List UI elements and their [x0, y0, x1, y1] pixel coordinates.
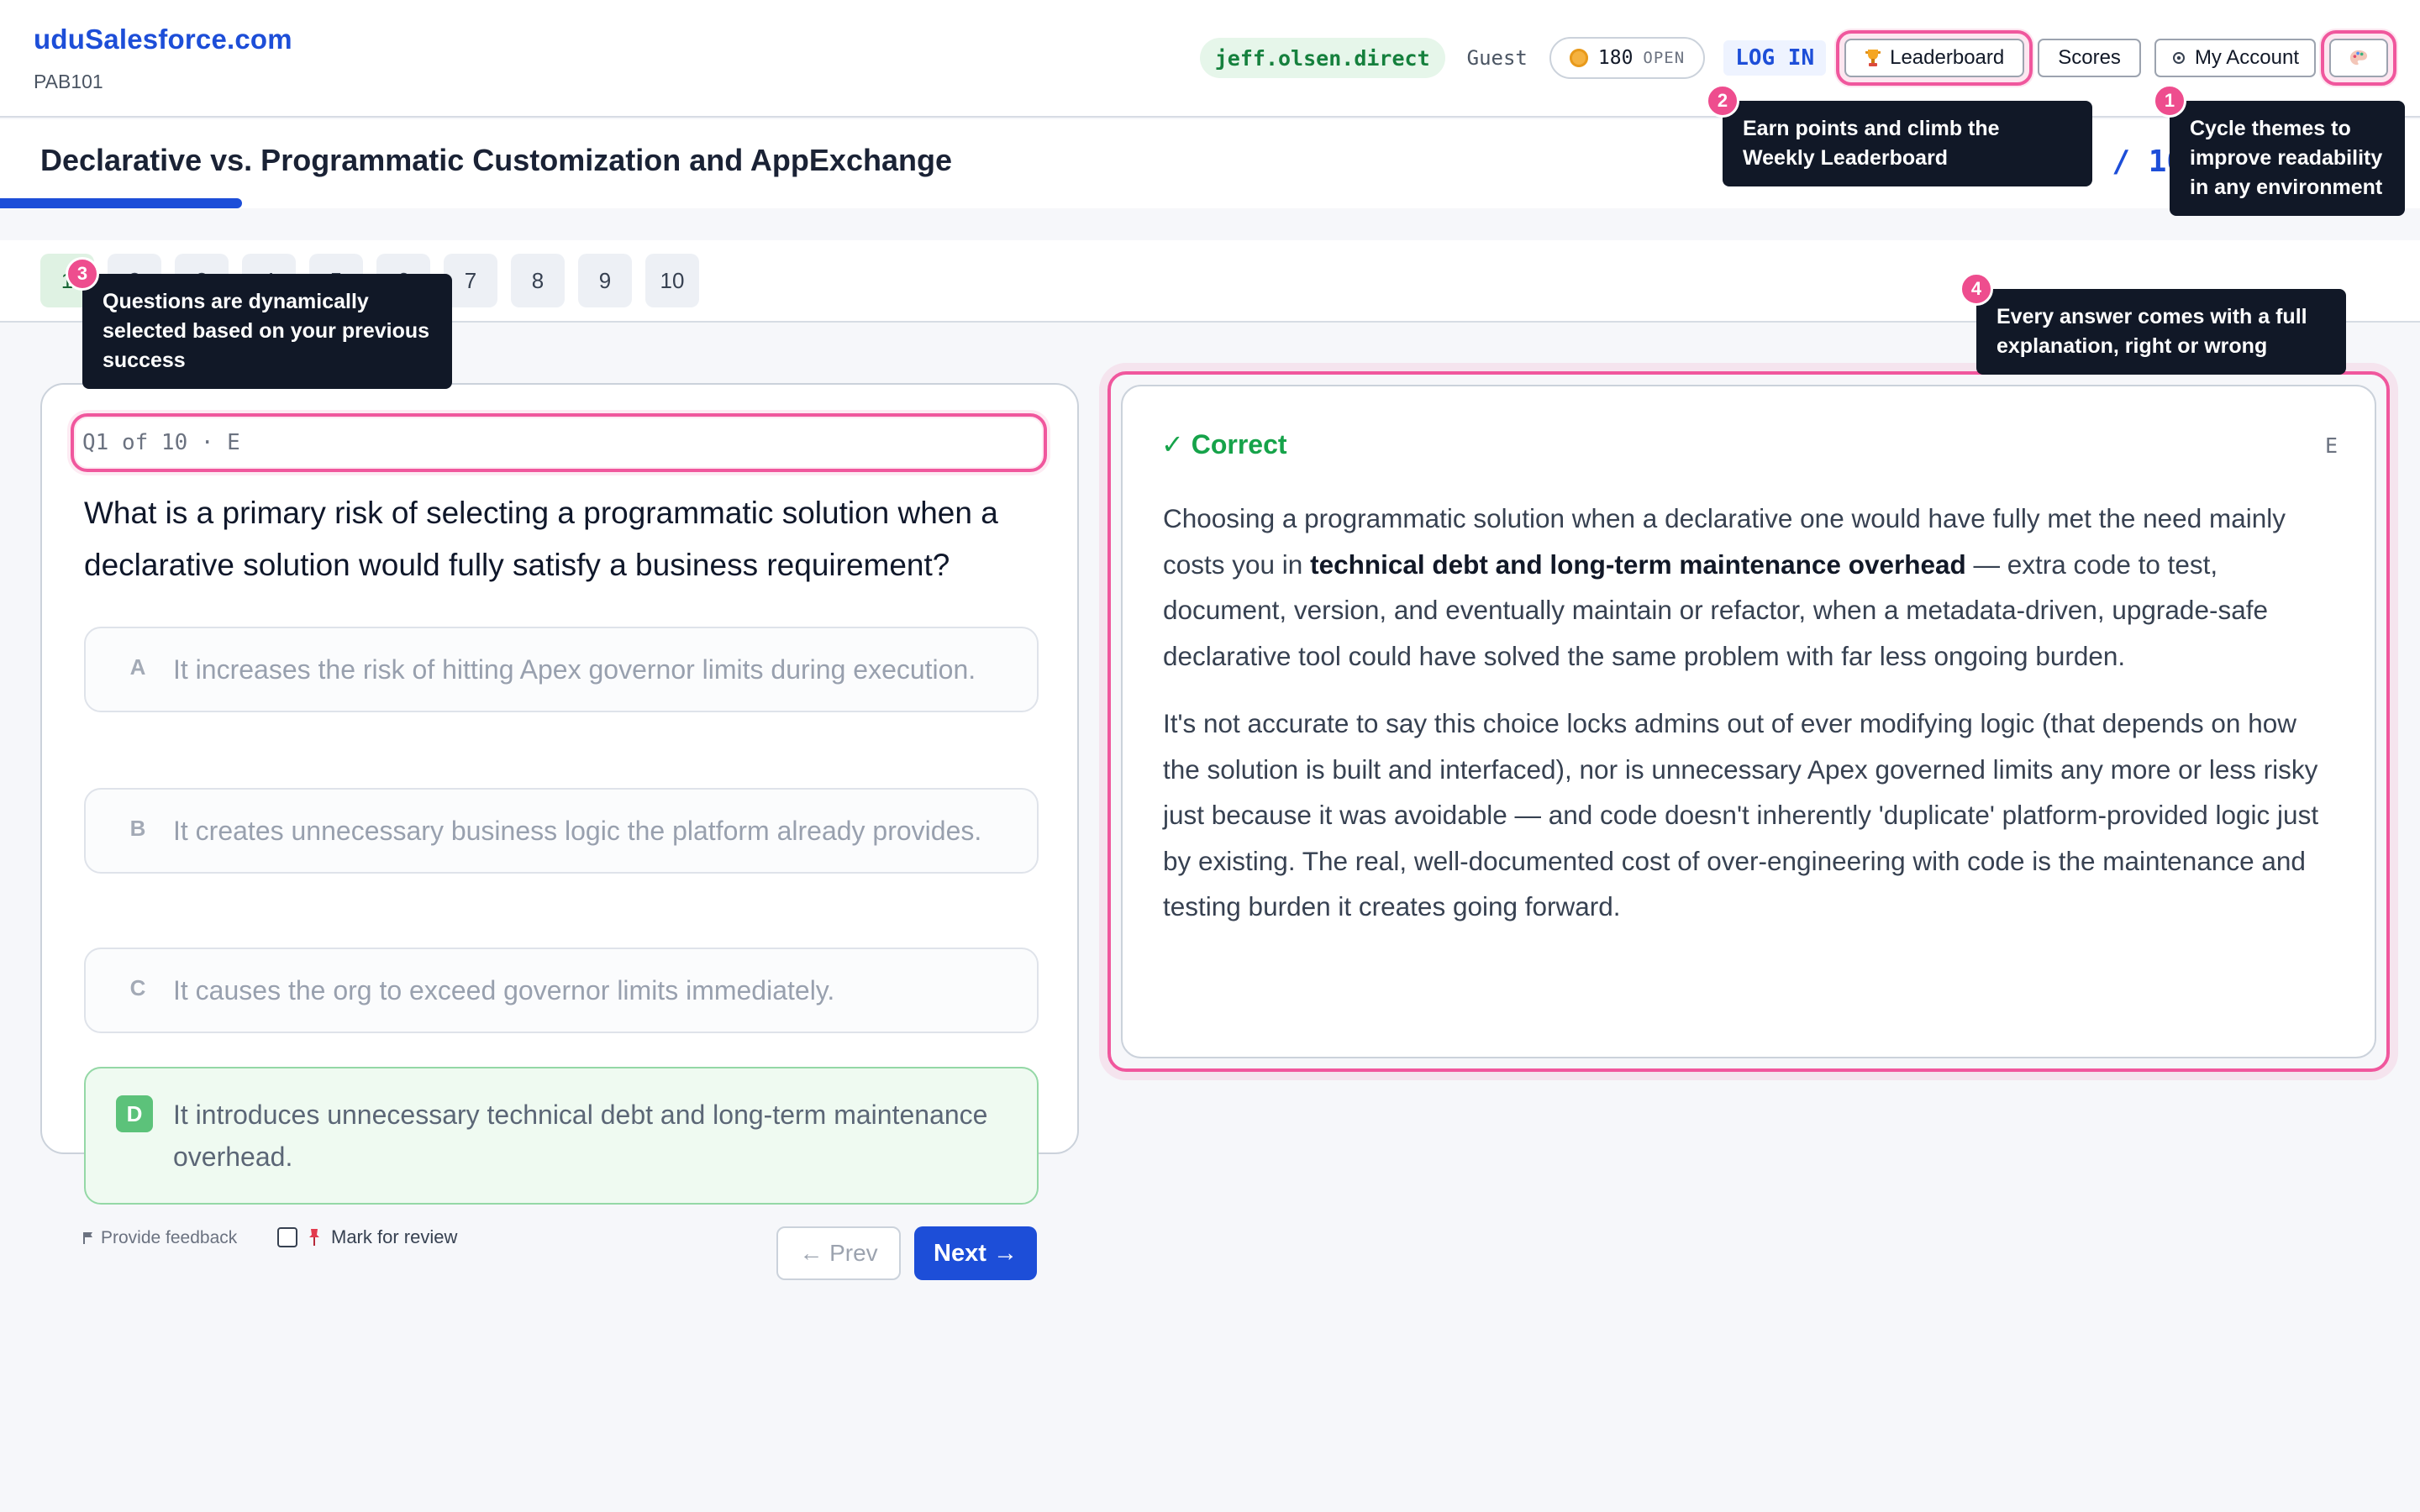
question-nav-item[interactable]: 9	[578, 254, 632, 307]
option-text: It introduces unnecessary technical debt…	[173, 1100, 988, 1172]
leaderboard-label: Leaderboard	[1890, 46, 2005, 69]
option-letter: C	[129, 975, 146, 1000]
tooltip-explanations: Every answer comes with a full explanati…	[1976, 289, 2346, 375]
mark-for-review-checkbox[interactable]	[277, 1227, 297, 1247]
tooltip-badge-4: 4	[1960, 272, 1993, 306]
answer-option-a[interactable]: A It increases the risk of hitting Apex …	[84, 627, 1039, 712]
header-actions: jeff.olsen.direct Guest 180 OPEN LOG IN …	[1199, 30, 2396, 86]
palette-icon	[2349, 50, 2368, 66]
prev-button[interactable]: ← Prev	[776, 1226, 901, 1280]
my-account-button[interactable]: My Account	[2154, 39, 2316, 77]
leaderboard-button[interactable]: Leaderboard	[1836, 30, 2033, 86]
brand: uduSalesforce.com PAB101	[34, 24, 292, 93]
username-badge: jeff.olsen.direct	[1199, 38, 1445, 78]
explanation-paragraph-1: Choosing a programmatic solution when a …	[1163, 496, 2339, 679]
question-text: What is a primary risk of selecting a pr…	[84, 496, 998, 582]
question-nav-item[interactable]: 8	[511, 254, 565, 307]
points-value: 180	[1597, 47, 1634, 69]
tooltip-leaderboard: Earn points and climb the Weekly Leaderb…	[1723, 101, 2092, 186]
progress-bar	[0, 198, 242, 208]
gear-icon	[2172, 52, 2185, 64]
explanation-body: Choosing a programmatic solution when a …	[1163, 496, 2339, 952]
difficulty-code: E	[2324, 433, 2338, 458]
explanation-highlight: ✓ Correct E Choosing a programmatic solu…	[1107, 371, 2390, 1072]
points-pill[interactable]: 180 OPEN	[1549, 37, 1706, 79]
points-status: OPEN	[1643, 49, 1686, 67]
option-letter: A	[129, 654, 146, 680]
coin-icon	[1569, 49, 1588, 67]
provide-feedback-label: Provide feedback	[101, 1228, 238, 1247]
tooltip-badge-1: 1	[2153, 84, 2186, 118]
question-nav-item[interactable]: 10	[645, 254, 699, 307]
brand-title[interactable]: uduSalesforce.com	[34, 24, 292, 55]
explanation-card: ✓ Correct E Choosing a programmatic solu…	[1121, 385, 2376, 1058]
answer-status: ✓ Correct	[1161, 429, 1287, 459]
scores-label: Scores	[2058, 46, 2121, 69]
answer-option-d[interactable]: D It introduces unnecessary technical de…	[84, 1067, 1039, 1205]
option-text: It creates unnecessary business logic th…	[173, 816, 982, 846]
scores-button[interactable]: Scores	[2038, 39, 2141, 77]
tooltip-badge-3: 3	[66, 257, 99, 291]
question-meta: Q1 of 10 · E	[71, 413, 1047, 472]
option-text: It causes the org to exceed governor lim…	[173, 975, 835, 1005]
tooltip-badge-2: 2	[1706, 84, 1739, 118]
question-card: Q1 of 10 · E What is a primary risk of s…	[40, 383, 1079, 1205]
app-header: uduSalesforce.com PAB101 jeff.olsen.dire…	[0, 0, 2420, 118]
flag-icon	[83, 1232, 92, 1244]
answer-option-b[interactable]: B It creates unnecessary business logic …	[84, 788, 1039, 874]
mark-for-review-label: Mark for review	[331, 1226, 458, 1247]
trophy-icon	[1865, 50, 1881, 66]
course-code: PAB101	[34, 71, 103, 92]
explanation-paragraph-2: It's not accurate to say this choice loc…	[1163, 708, 2319, 921]
tooltip-theme: Cycle themes to improve readability in a…	[2170, 101, 2405, 216]
explanation-emphasis: technical debt and long-term maintenance…	[1310, 549, 1966, 580]
option-letter: B	[129, 816, 146, 841]
mark-for-review[interactable]: Mark for review	[277, 1226, 457, 1248]
next-button[interactable]: Next →	[914, 1226, 1037, 1280]
theme-cycle-button[interactable]	[2321, 30, 2396, 86]
tooltip-dynamic-questions: Questions are dynamically selected based…	[82, 274, 452, 389]
answer-option-c[interactable]: C It causes the org to exceed governor l…	[84, 948, 1039, 1033]
option-letter: D	[116, 1095, 153, 1132]
option-text: It increases the risk of hitting Apex go…	[173, 654, 976, 685]
guest-label: Guest	[1466, 46, 1528, 70]
pin-icon	[309, 1229, 319, 1246]
provide-feedback-link[interactable]: Provide feedback	[82, 1228, 237, 1248]
topic-title: Declarative vs. Programmatic Customizati…	[40, 143, 952, 177]
my-account-label: My Account	[2194, 46, 2299, 69]
login-button[interactable]: LOG IN	[1723, 40, 1827, 76]
